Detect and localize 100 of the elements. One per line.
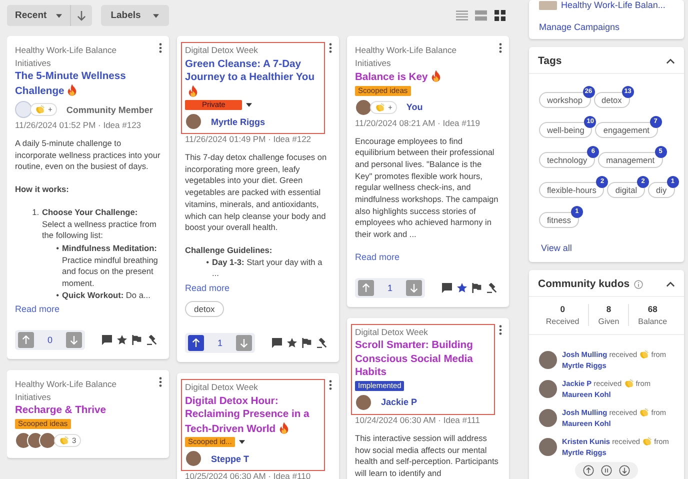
pause-icon[interactable] [601, 465, 612, 476]
list-item-text: Quick Workout: Do a... [62, 290, 150, 300]
campaign-name: Digital Detox Week [355, 326, 429, 338]
vote-count: 0 [46, 335, 54, 346]
more-menu-icon[interactable] [329, 380, 332, 390]
campaign-name: Digital Detox Week [185, 381, 259, 394]
clap-icon [624, 379, 634, 388]
arrow-up-icon [362, 282, 370, 293]
gavel-icon[interactable] [317, 338, 327, 348]
avatar [539, 409, 557, 427]
read-more-link[interactable]: Read more [355, 252, 501, 262]
body-text: This 7-day detox challenge focuses on incorporating more green, leafy vegetables into your diet. Green vegetables are packed with essential vitamins, minerals, and antioxidants, which can help cleanse your body and boost your overall health. [185, 152, 328, 234]
arrow-down-icon [410, 282, 418, 293]
clap-icon [642, 437, 652, 446]
author-name[interactable]: Steppe T [211, 454, 250, 464]
scroll-down-icon[interactable] [619, 465, 630, 476]
idea-title[interactable]: Digital Detox Hour: Reclaiming Presence in a Tech-Driven World [185, 394, 321, 436]
collapse-icon[interactable] [666, 281, 675, 287]
idea-title[interactable]: Green Cleanse: A 7-Day Journey to a Healthier You [185, 58, 321, 99]
stat-label: Given [598, 317, 620, 326]
tag-chip[interactable]: detox [185, 301, 224, 318]
downvote-button[interactable] [406, 280, 422, 296]
avatar [539, 380, 557, 398]
post-meta: 10/24/2024 06:30 AM · Idea #111 [355, 414, 481, 425]
labels-dropdown[interactable]: Labels [100, 5, 169, 26]
idea-title[interactable]: Scroll Smarter: Building Conscious Social Media Habits [355, 339, 491, 380]
post-meta: 11/20/2024 08:21 AM · Idea #119 [355, 118, 481, 128]
read-more-link[interactable]: Read more [185, 283, 331, 294]
avatar [15, 101, 32, 118]
list-item-text: Day 1-3: Start your day with a ... [212, 256, 322, 278]
comment-icon[interactable] [442, 282, 452, 293]
downvote-button[interactable] [236, 335, 252, 352]
manage-campaigns-link[interactable]: Manage Campaigns [539, 22, 674, 32]
flag-icon[interactable] [472, 282, 482, 293]
more-menu-icon[interactable] [329, 43, 332, 53]
body-text: This interactive session will address how social media affects our mental health and self-perception. Participants will learn to identify and [355, 432, 500, 479]
author-name[interactable]: Myrtle Riggs [211, 116, 266, 126]
post-meta: 10/25/2024 06:30 AM · Idea #110 [185, 471, 312, 479]
author-name[interactable]: Jackie P [381, 397, 418, 408]
caret-icon[interactable] [238, 440, 245, 444]
arrow-down-icon[interactable] [76, 10, 86, 21]
more-menu-icon[interactable] [159, 43, 162, 53]
arrow-down-icon [240, 338, 248, 348]
collapse-icon[interactable] [666, 58, 675, 64]
list-marker: • [55, 290, 59, 302]
star-icon[interactable] [117, 335, 127, 346]
gavel-icon[interactable] [487, 282, 497, 293]
idea-title[interactable]: Balance is Key [355, 70, 489, 84]
flag-icon[interactable] [302, 338, 312, 348]
caret-icon[interactable] [246, 103, 252, 107]
clap-icon [35, 105, 45, 114]
list-item-text: Mindfulness Meditation: Practice mindful breathing and focus on the present moment. [62, 242, 158, 288]
flag-icon[interactable] [132, 335, 142, 346]
avatar [355, 394, 372, 411]
campaign-name: Healthy Work-Life Balance Initiatives [15, 44, 118, 69]
list-marker: • [205, 256, 209, 269]
arrow-up-icon [192, 338, 200, 348]
caret-icon[interactable] [56, 14, 62, 18]
campaign-link[interactable]: Healthy Work-Life Balan... [561, 0, 666, 10]
campaign-thumbnail [539, 0, 557, 10]
idea-title[interactable]: Recharge & Thrive [15, 404, 149, 418]
comment-icon[interactable] [102, 335, 112, 346]
body-text: A daily 5-minute challenge to incorporate wellness practices into your routine, even on the busiest of days. [15, 138, 161, 174]
upvote-button[interactable] [188, 335, 204, 352]
stat-label: Balance [638, 317, 668, 326]
more-menu-icon[interactable] [499, 43, 502, 53]
downvote-button[interactable] [66, 332, 82, 348]
post-meta: 11/26/2024 01:52 PM · Idea #123 [15, 120, 142, 130]
stat-value: 8 [606, 304, 612, 314]
vote-count: 1 [216, 338, 224, 348]
list-marker: • [55, 242, 59, 255]
idea-title[interactable]: The 5-Minute Wellness Challenge [15, 70, 149, 98]
list-marker: 1. [31, 206, 39, 219]
view-all-link[interactable]: View all [529, 228, 684, 262]
info-icon[interactable] [634, 280, 643, 288]
body-text: Encourage employees to find equilibrium between their professional and personal lives. "Balance is the Key" promotes flexible work hours, regular wellness check-ins, and mindfulness workshops. The campaign also highlights success stories of employees who achieved harmony in their work and ... [355, 136, 500, 241]
star-icon[interactable] [287, 338, 297, 348]
body-text: How it works: [15, 184, 70, 196]
arrow-up-icon [22, 335, 30, 346]
star-icon[interactable] [457, 282, 467, 293]
scroll-up-icon[interactable] [583, 465, 594, 476]
avatar [185, 113, 202, 130]
sort-direction-button[interactable] [70, 5, 92, 26]
grid-view-icon[interactable] [494, 10, 506, 21]
clap-icon [375, 102, 385, 112]
gavel-icon[interactable] [147, 335, 157, 346]
clap-icon [639, 350, 650, 359]
clap-icon [59, 436, 69, 445]
clap-icon [639, 408, 650, 417]
author-name[interactable]: You [406, 102, 423, 112]
arrow-down-icon [70, 335, 78, 346]
comment-icon[interactable] [272, 338, 282, 348]
caret-icon[interactable] [152, 14, 159, 18]
avatar [355, 98, 372, 116]
more-menu-icon[interactable] [499, 324, 502, 335]
avatar [185, 450, 202, 468]
more-menu-icon[interactable] [159, 377, 162, 388]
list-item-text: Choose Your Challenge: Select a wellness practice from the following list: [42, 206, 156, 240]
read-more-link[interactable]: Read more [15, 304, 161, 314]
campaign-name: Digital Detox Week [185, 44, 259, 56]
